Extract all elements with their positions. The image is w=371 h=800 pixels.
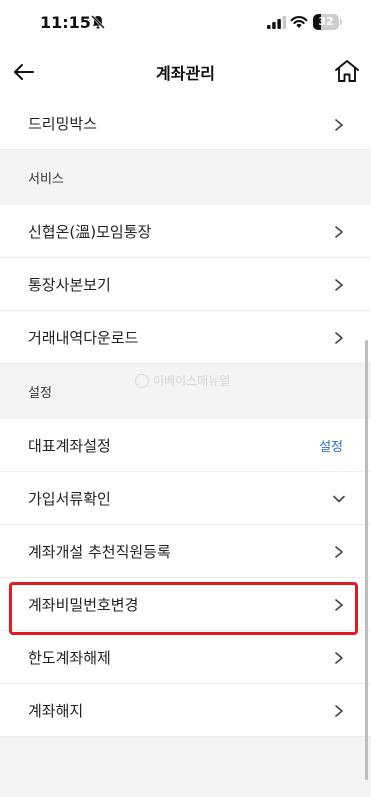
chevron-right-icon (335, 546, 343, 558)
chevron-right-icon (335, 332, 343, 344)
page-title: 계좌관리 (156, 64, 215, 83)
chevron-down-icon (333, 495, 345, 503)
list-item-moim-account[interactable]: 신협온(溫)모임통장 (0, 205, 371, 258)
section-title: 서비스 (28, 172, 64, 187)
list-item-label: 가입서류확인 (28, 489, 111, 508)
home-icon[interactable] (334, 58, 360, 84)
account-management-list: 드리밍박스 서비스 신협온(溫)모임통장 통장사본보기 거래내역다운로드 설정 … (0, 98, 371, 797)
watermark-text: 이베이스매뉴얼 (153, 374, 231, 388)
chevron-right-icon (335, 705, 343, 717)
list-item-label: 계좌해지 (28, 701, 84, 720)
list-item-primary-account[interactable]: 대표계좌설정 설정 (0, 419, 371, 472)
chevron-right-icon (335, 119, 343, 131)
status-bar: 11:15 32 (0, 0, 371, 46)
scrollbar[interactable] (365, 340, 368, 780)
list-item-close-account[interactable]: 계좌해지 (0, 684, 371, 737)
battery-nub (340, 19, 342, 25)
list-item-label: 대표계좌설정 (28, 436, 111, 455)
app-header: 계좌관리 (0, 46, 371, 98)
battery-indicator: 32 (313, 14, 339, 30)
battery-percent: 32 (318, 15, 334, 28)
highlight-box (9, 582, 358, 635)
section-title: 설정 (28, 386, 52, 401)
list-item-transaction-download[interactable]: 거래내역다운로드 (0, 311, 371, 364)
section-header-service: 서비스 (0, 150, 371, 205)
chevron-right-icon (335, 226, 343, 238)
list-item-recommend-staff[interactable]: 계좌개설 추천직원등록 (0, 525, 371, 578)
list-item-label: 계좌개설 추천직원등록 (28, 542, 171, 561)
bell-muted-icon (91, 15, 105, 29)
cellular-signal-icon (267, 16, 287, 29)
chevron-right-icon (335, 279, 343, 291)
wifi-icon (290, 16, 308, 28)
watermark-logo-icon (135, 373, 149, 388)
list-item-dreaming-box[interactable]: 드리밍박스 (0, 98, 371, 150)
list-item-passbook-copy[interactable]: 통장사본보기 (0, 258, 371, 311)
set-button[interactable]: 설정 (319, 436, 343, 455)
list-item-signup-documents[interactable]: 가입서류확인 (0, 472, 371, 525)
list-item-label: 신협온(溫)모임통장 (28, 222, 152, 241)
list-item-label: 드리밍박스 (28, 115, 98, 133)
list-item-limit-release[interactable]: 한도계좌해제 (0, 631, 371, 684)
list-item-label: 통장사본보기 (28, 275, 111, 294)
watermark: 이베이스매뉴얼 (135, 372, 230, 389)
list-bottom-spacer (0, 737, 371, 797)
list-item-label: 거래내역다운로드 (28, 328, 139, 347)
status-time: 11:15 (40, 13, 91, 32)
list-item-label: 한도계좌해제 (28, 648, 111, 667)
chevron-right-icon (335, 652, 343, 664)
